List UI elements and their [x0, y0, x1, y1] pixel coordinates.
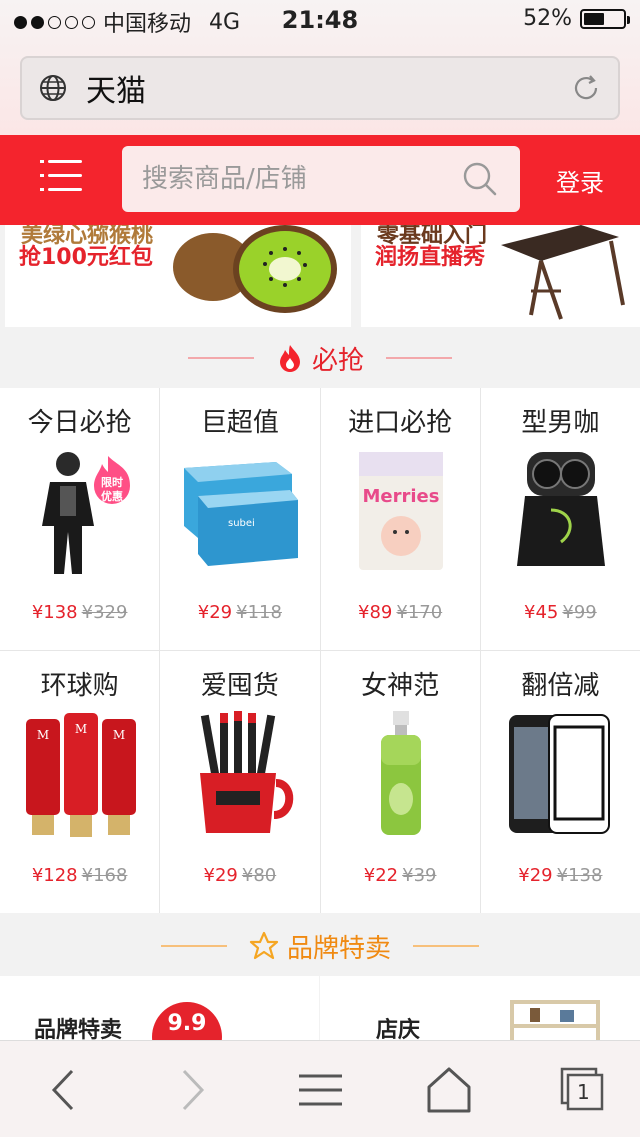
flame-icon [279, 345, 300, 372]
login-link[interactable]: 登录 [556, 163, 604, 198]
section-label: 必抢 [311, 345, 364, 376]
current-price: ¥29 [203, 865, 238, 886]
original-price: ¥170 [396, 602, 443, 623]
current-price: ¥45 [524, 602, 559, 623]
price-row: ¥128 ¥168 [0, 865, 159, 886]
card-title: 爱囤货 [200, 671, 279, 701]
status-right: 52% [523, 6, 630, 31]
card-title: 巨超值 [200, 408, 279, 438]
page-title: 天猫 [86, 74, 146, 109]
current-price: ¥128 [31, 865, 78, 886]
price-row: ¥29 ¥118 [160, 602, 319, 623]
flash-sale-heading: 必抢 [0, 328, 640, 388]
product-image-phone [508, 714, 610, 834]
product-image-diapers: Merries [358, 452, 443, 570]
price-row: ¥22 ¥39 [321, 865, 480, 886]
current-price: ¥29 [197, 602, 233, 623]
original-price: ¥118 [236, 602, 282, 623]
product-image-bottle [380, 711, 421, 835]
product-card[interactable]: 爱囤货 ¥29 ¥80 [160, 651, 320, 913]
product-card[interactable]: 翻倍减 ¥29 ¥138 [480, 651, 640, 913]
card-title: 翻倍减 [521, 671, 600, 701]
price-row: ¥29 ¥80 [160, 865, 319, 886]
tube-letter: M [75, 722, 87, 736]
tube-letter: M [37, 728, 49, 742]
flash-sale-grid: 今日必抢 限时 优惠 ¥138 ¥329 巨超值 subei ¥29 ¥118 进口… [0, 388, 640, 913]
card-title: 今日必抢 [27, 408, 132, 438]
price-row: ¥89 ¥170 [321, 602, 480, 623]
globe-icon [40, 75, 66, 101]
back-icon[interactable] [40, 1065, 90, 1115]
status-bar: 中国移动 4G 21:48 52% [0, 0, 640, 42]
address-bar[interactable]: 天猫 [20, 56, 620, 120]
product-card[interactable]: 型男咖 ¥45 ¥99 [480, 388, 640, 650]
price-row: ¥29 ¥138 [481, 865, 640, 886]
original-price: ¥138 [556, 865, 603, 886]
product-card[interactable]: 进口必抢 Merries ¥89 ¥170 [320, 388, 480, 650]
kiwi-image [173, 225, 337, 313]
home-icon[interactable] [424, 1065, 474, 1115]
card-title: 型男咖 [521, 408, 600, 438]
product-image-cream: M M M [26, 713, 136, 837]
reload-icon[interactable] [570, 72, 602, 104]
current-price: ¥138 [31, 602, 78, 623]
current-price: ¥89 [358, 602, 393, 623]
price-row: ¥45 ¥99 [481, 602, 640, 623]
tabs-count: 1 [577, 1080, 590, 1104]
original-price: ¥39 [402, 865, 437, 886]
menu-button[interactable] [40, 157, 82, 193]
tag-line: 限时 [101, 475, 123, 489]
battery-icon [580, 8, 630, 29]
current-price: ¥29 [518, 865, 553, 886]
price-row: ¥138 ¥329 [0, 602, 159, 623]
original-price: ¥99 [562, 602, 597, 623]
original-price: ¥80 [241, 865, 277, 886]
browser-toolbar: 1 [0, 1040, 640, 1137]
product-card[interactable]: 环球购 M M M ¥128 ¥168 [0, 651, 160, 913]
card-title: 进口必抢 [348, 408, 453, 438]
original-price: ¥168 [81, 865, 128, 886]
box-brand-text: subei [228, 518, 255, 529]
tag-line: 优惠 [101, 489, 123, 503]
browser-chrome: 中国移动 4G 21:48 52% 天猫 [0, 0, 640, 135]
banner-line2: 抢100元红包 [19, 245, 153, 270]
card-title: 环球购 [40, 671, 119, 701]
product-image-jacket: 限时 优惠 [42, 452, 130, 574]
section-label: 品牌特卖 [286, 933, 391, 964]
battery-percent: 52% [523, 6, 572, 31]
banner-line2: 润扬直播秀 [375, 245, 486, 270]
product-card[interactable]: 女神范 ¥22 ¥39 [320, 651, 480, 913]
search-box [122, 146, 520, 212]
star-icon [249, 931, 279, 960]
menu-icon[interactable] [296, 1065, 346, 1115]
product-image-mug [200, 711, 294, 833]
stool-image [501, 225, 625, 320]
search-icon[interactable] [462, 161, 498, 197]
site-header: 登录 [0, 135, 640, 225]
card-title: 女神范 [361, 671, 440, 701]
search-input[interactable] [122, 146, 442, 212]
brand-text: Merries [362, 486, 439, 507]
product-image-shaver [516, 452, 605, 566]
original-price: ¥329 [81, 602, 128, 623]
tube-letter: M [113, 728, 125, 742]
product-card[interactable]: 今日必抢 限时 优惠 ¥138 ¥329 [0, 388, 160, 650]
current-price: ¥22 [363, 865, 399, 886]
brand-sale-heading: 品牌特卖 [0, 916, 640, 976]
forward-icon[interactable] [166, 1065, 216, 1115]
product-image-box: subei [184, 462, 299, 566]
tabs-button[interactable]: 1 [558, 1065, 608, 1115]
product-card[interactable]: 巨超值 subei ¥29 ¥118 [160, 388, 320, 650]
